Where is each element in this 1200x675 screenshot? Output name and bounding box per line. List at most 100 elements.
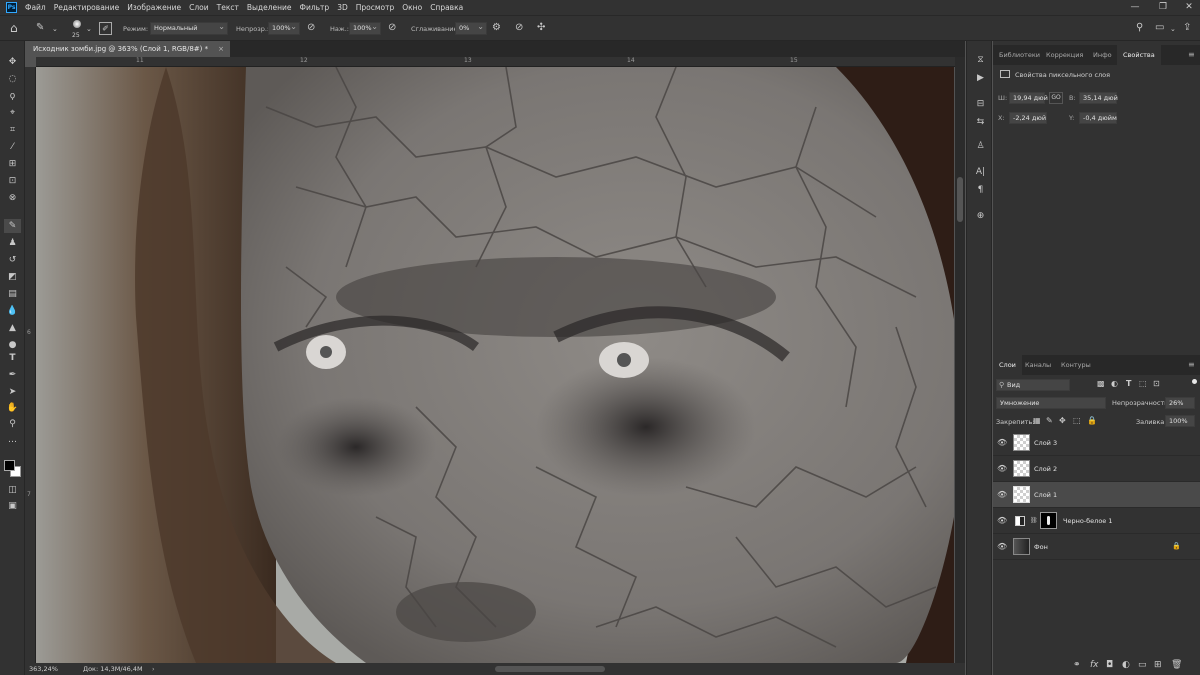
workspace-icon[interactable]: ▭ xyxy=(1155,22,1164,34)
symmetry-icon[interactable]: ✣ xyxy=(537,22,545,34)
menu-type[interactable]: Текст xyxy=(217,3,239,12)
panel-menu-icon[interactable]: ≡ xyxy=(1188,50,1195,59)
flow-field[interactable]: 100% xyxy=(349,21,381,35)
close-tab-icon[interactable]: × xyxy=(218,41,224,57)
tab-info[interactable]: Инфо xyxy=(1087,45,1118,65)
layer-row-sloi-1[interactable]: 👁 Слой 1 xyxy=(993,482,1200,508)
link-layers-icon[interactable]: ⚭ xyxy=(1073,660,1081,670)
filter-pixel-icon[interactable]: ▩ xyxy=(1097,379,1105,388)
more-tools-icon[interactable]: … xyxy=(4,433,21,447)
zoom-level[interactable]: 363,24% xyxy=(29,665,58,673)
width-field[interactable]: 19,94 дюй xyxy=(1009,92,1048,104)
visibility-eye-icon[interactable]: 👁 xyxy=(997,542,1007,551)
stamp-tool-icon[interactable]: ♟ xyxy=(4,236,21,250)
sharpen-tool-icon[interactable]: ▲ xyxy=(4,321,21,335)
tool-presets-icon[interactable]: ⇆ xyxy=(973,115,988,129)
lock-image-icon[interactable]: ✎ xyxy=(1046,416,1053,425)
blend-mode-select[interactable]: Умножение xyxy=(996,397,1106,409)
filter-type-icon[interactable]: T xyxy=(1126,379,1131,388)
type-tool-icon[interactable]: T xyxy=(4,351,21,365)
zoom-tool-icon[interactable]: ⚲ xyxy=(4,417,21,431)
visibility-eye-icon[interactable]: 👁 xyxy=(997,490,1007,499)
menu-file[interactable]: Файл xyxy=(25,3,46,12)
minimize-icon[interactable]: — xyxy=(1124,0,1146,15)
navigator-panel-icon[interactable]: ⊕ xyxy=(973,209,988,223)
filter-smart-object-icon[interactable]: ⊡ xyxy=(1153,379,1160,388)
layer-mask-thumbnail[interactable] xyxy=(1040,512,1057,529)
new-adjustment-icon[interactable]: ◐ xyxy=(1122,660,1130,670)
layer-row-black-white-1[interactable]: 👁 ⛓ Черно-белое 1 xyxy=(993,508,1200,534)
pen-tool-icon[interactable]: ✒ xyxy=(4,368,21,382)
horizontal-scroll-thumb[interactable] xyxy=(495,666,605,672)
quick-mask-icon[interactable]: ◫ xyxy=(4,483,21,497)
pressure-opacity-icon[interactable]: ⊘ xyxy=(307,22,315,34)
chain-link-icon[interactable]: ⛓ xyxy=(1030,517,1038,524)
brush-tool-icon[interactable]: ✎ xyxy=(4,219,21,233)
character-panel-icon[interactable]: A| xyxy=(973,165,988,179)
history-panel-icon[interactable]: ⧖ xyxy=(973,53,988,67)
adjustments-panel-icon[interactable]: ⊟ xyxy=(973,97,988,111)
layer-row-sloi-3[interactable]: 👁 Слой 3 xyxy=(993,430,1200,456)
filter-shape-icon[interactable]: ⬚ xyxy=(1139,379,1147,388)
menu-filter[interactable]: Фильтр xyxy=(300,3,330,12)
lock-transparent-icon[interactable]: ▦ xyxy=(1033,416,1041,425)
restore-icon[interactable]: ❐ xyxy=(1152,0,1174,15)
gradient-tool-icon[interactable]: ▤ xyxy=(4,287,21,301)
menu-select[interactable]: Выделение xyxy=(247,3,292,12)
healing-tool-icon[interactable]: ⊞ xyxy=(4,157,21,171)
visibility-eye-icon[interactable]: 👁 xyxy=(997,464,1007,473)
tab-properties[interactable]: Свойства xyxy=(1117,45,1161,65)
new-group-icon[interactable]: ▭ xyxy=(1138,660,1147,670)
eyedropper-tool-icon[interactable]: ⁄ xyxy=(4,140,21,154)
home-icon[interactable]: ⌂ xyxy=(10,22,18,34)
menu-edit[interactable]: Редактирование xyxy=(54,3,119,12)
dodge-tool-icon[interactable]: ● xyxy=(4,338,21,352)
tab-paths[interactable]: Контуры xyxy=(1055,355,1097,375)
status-menu-arrow-icon[interactable]: › xyxy=(152,665,155,673)
mode-select[interactable]: Нормальный xyxy=(150,21,228,35)
tab-layers[interactable]: Слои xyxy=(993,355,1022,375)
visibility-eye-icon[interactable]: 👁 xyxy=(997,516,1007,525)
crop-tool-icon[interactable]: ⌗ xyxy=(4,123,21,137)
brush-settings-icon[interactable]: ✐ xyxy=(99,22,112,35)
red-eye-tool-icon[interactable]: ⊗ xyxy=(4,191,21,205)
patch-tool-icon[interactable]: ⊡ xyxy=(4,174,21,188)
hand-tool-icon[interactable]: ✋ xyxy=(4,401,21,415)
chevron-down-icon[interactable]: ⌄ xyxy=(52,23,58,35)
clone-source-icon[interactable]: ♙ xyxy=(973,139,988,153)
layer-filter-select[interactable]: ⚲ Вид xyxy=(996,379,1070,391)
marquee-tool-icon[interactable]: ◌ xyxy=(4,72,21,86)
search-icon[interactable]: ⚲ xyxy=(1136,22,1143,34)
foreground-color-swatch-top[interactable] xyxy=(4,460,15,471)
document-tab[interactable]: Исходник зомби.jpg @ 363% (Слой 1, RGB/8… xyxy=(25,41,230,57)
tab-libraries[interactable]: Библиотеки xyxy=(993,45,1046,65)
brush-tool-preset-icon[interactable]: ✎ xyxy=(36,22,44,34)
layer-row-background[interactable]: 👁 Фон 🔒 xyxy=(993,534,1200,560)
move-tool-icon[interactable]: ✥ xyxy=(4,55,21,69)
height-field[interactable]: 35,14 дюй xyxy=(1079,92,1118,104)
menu-help[interactable]: Справка xyxy=(430,3,463,12)
eraser-tool-icon[interactable]: ◩ xyxy=(4,270,21,284)
link-dimensions-icon[interactable]: GO xyxy=(1049,92,1063,104)
filter-adjustment-icon[interactable]: ◐ xyxy=(1111,379,1118,388)
panel-menu-icon[interactable]: ≡ xyxy=(1188,360,1195,369)
lock-all-icon[interactable]: 🔒 xyxy=(1087,416,1097,425)
tab-channels[interactable]: Каналы xyxy=(1019,355,1057,375)
lock-artboard-icon[interactable]: ⬚ xyxy=(1073,416,1081,425)
lock-position-icon[interactable]: ✥ xyxy=(1059,416,1066,425)
history-brush-icon[interactable]: ↺ xyxy=(4,253,21,267)
delete-layer-icon[interactable]: 🗑 xyxy=(1171,660,1182,670)
menu-view[interactable]: Просмотр xyxy=(356,3,395,12)
quick-select-tool-icon[interactable]: ⌖ xyxy=(4,106,21,120)
path-select-tool-icon[interactable]: ➤ xyxy=(4,385,21,399)
lasso-tool-icon[interactable]: ϙ xyxy=(4,89,21,103)
gear-icon[interactable]: ⚙ xyxy=(492,22,501,34)
share-icon[interactable]: ⇪ xyxy=(1183,22,1191,34)
scroll-thumb[interactable] xyxy=(957,177,963,222)
actions-panel-icon[interactable]: ▶ xyxy=(973,71,988,85)
paragraph-panel-icon[interactable]: ¶ xyxy=(973,183,988,197)
new-layer-icon[interactable]: ⊞ xyxy=(1154,660,1162,670)
layer-style-icon[interactable]: fx xyxy=(1090,660,1099,670)
smoothing-field[interactable]: 0% xyxy=(455,21,487,35)
layer-row-sloi-2[interactable]: 👁 Слой 2 xyxy=(993,456,1200,482)
